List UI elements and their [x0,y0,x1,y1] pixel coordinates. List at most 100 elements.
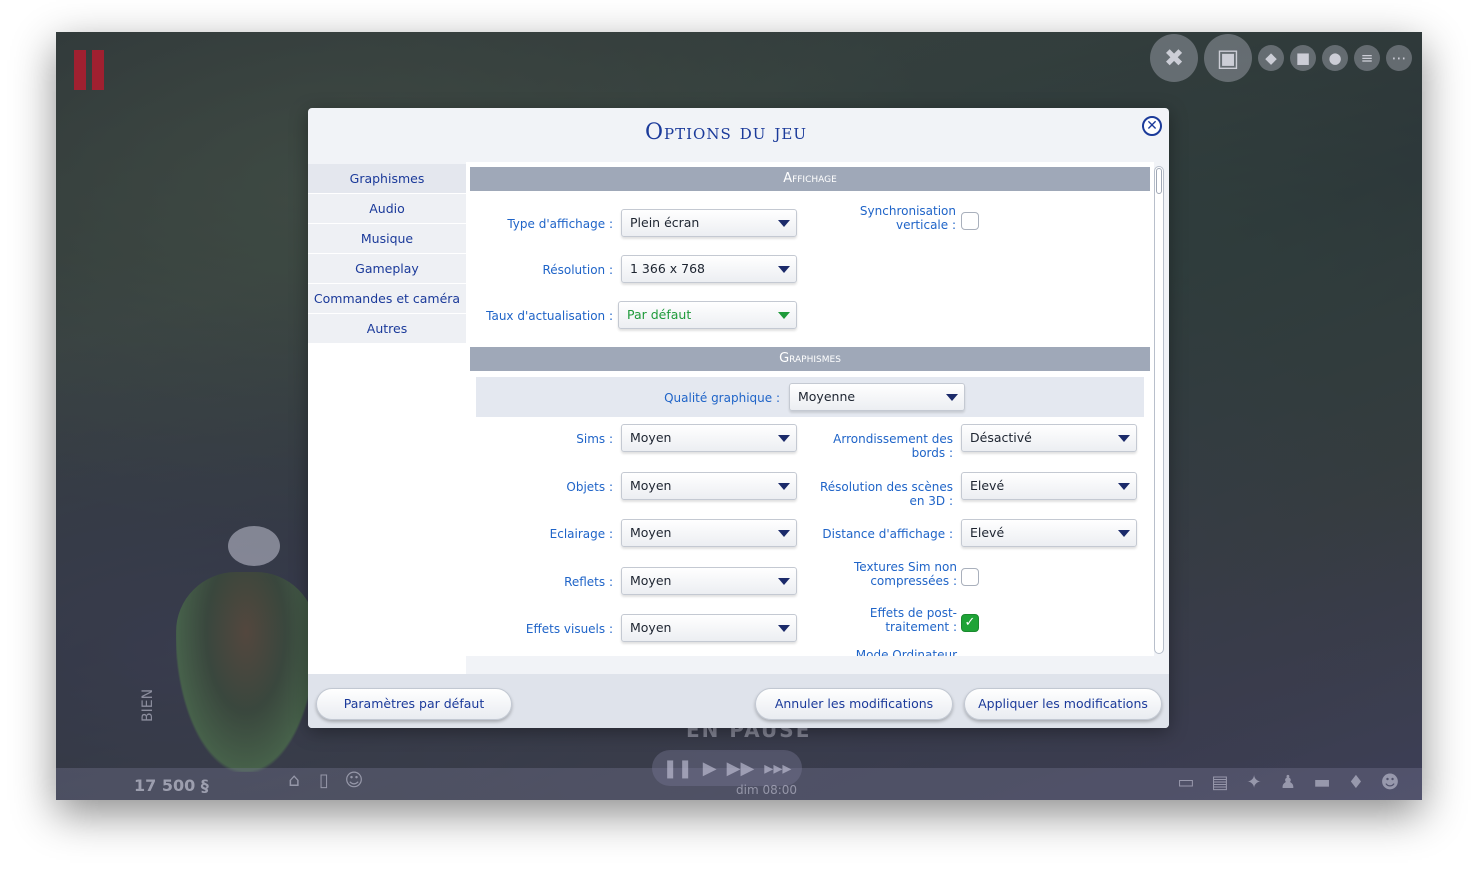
display-type-label: Type d'affichage : [507,217,613,231]
close-icon: ✕ [1146,118,1158,134]
post-processing-label: Effets de post- traitement : [869,606,957,634]
more-icon[interactable]: ⋯ [1386,45,1412,71]
reflections-label: Reflets : [564,575,613,589]
reflections-value: Moyen [630,573,672,588]
lightbulb-icon[interactable]: ✦ [1242,772,1266,796]
chevron-down-icon [1118,435,1130,442]
objects-value: Moyen [630,478,672,493]
3d-resolution-value: Elevé [970,478,1005,493]
relationships-icon[interactable]: ♟ [1276,772,1300,796]
uncompressed-textures-label: Textures Sim non compressées : [853,560,957,588]
resolution-select[interactable]: 1 366 x 768 [621,255,797,283]
apply-changes-button[interactable]: Appliquer les modifications [964,688,1162,720]
view-distance-select[interactable]: Elevé [961,519,1137,547]
display-type-select[interactable]: Plein écran [621,209,797,237]
chevron-down-icon [778,312,790,319]
mood-status: BIEN [140,688,156,722]
game-clock: dim 08:00 [736,783,798,797]
sims-select[interactable]: Moyen [621,424,797,452]
edge-smoothing-select[interactable]: Désactivé [961,424,1137,452]
camera-icon[interactable]: ● [1322,45,1348,71]
chevron-down-icon [1118,530,1130,537]
reflections-select[interactable]: Moyen [621,567,797,595]
dialog-title: Options du jeu [644,120,808,145]
checkmark-icon: ✓ [964,615,976,630]
fast-forward-icon[interactable]: ▶▶ [727,758,755,779]
dialog-footer: Paramètres par défaut Annuler les modifi… [308,674,1169,728]
chevron-down-icon [946,394,958,401]
visual-effects-label: Effets visuels : [525,622,613,636]
display-type-value: Plein écran [630,215,700,230]
3d-resolution-select[interactable]: Elevé [961,472,1137,500]
3d-resolution-label: Résolution des scènes en 3D : [819,480,953,508]
options-sidebar: Graphismes Audio Musique Gameplay Comman… [308,164,466,674]
computer-icon[interactable]: ▭ [1174,772,1198,796]
refresh-rate-value: Par défaut [627,307,692,322]
section-header-graphismes: Graphismes [470,347,1150,371]
list-icon[interactable]: ≡ [1354,45,1380,71]
ultra-speed-icon[interactable]: ▸▸▸ [764,758,791,779]
post-processing-checkbox[interactable]: ✓ [961,614,979,632]
bottom-left-icons: ⌂ ▯ ☺ [282,770,366,794]
visual-effects-value: Moyen [630,620,672,635]
options-content: Affichage Type d'affichage : Plein écran… [466,162,1154,656]
pause-indicator[interactable] [74,50,104,90]
section-header-affichage: Affichage [470,167,1150,191]
play-icon[interactable]: ▶ [703,758,717,779]
graphics-quality-label: Qualité graphique : [664,391,780,405]
phone-icon[interactable]: ▯ [312,770,336,794]
speed-controls: ❚❚ ▶ ▶▶ ▸▸▸ [652,750,802,786]
chevron-down-icon [1118,483,1130,490]
resolution-label: Résolution : [542,263,613,277]
refresh-rate-label: Taux d'actualisation : [486,309,613,323]
vsync-label: Synchronisation verticale : [859,204,956,232]
refresh-rate-select[interactable]: Par défaut [618,301,797,329]
edge-smoothing-value: Désactivé [970,430,1032,445]
sim-thumbnail-icon[interactable]: ☺ [342,770,366,794]
simology-icon[interactable]: ☻ [1378,772,1402,796]
career-icon[interactable]: ▬ [1310,772,1334,796]
sims-value: Moyen [630,430,672,445]
lighting-value: Moyen [630,525,672,540]
uncompressed-textures-checkbox[interactable] [961,568,979,586]
graphics-quality-value: Moyenne [798,389,856,404]
lighting-select[interactable]: Moyen [621,519,797,547]
sidebar-item-gameplay[interactable]: Gameplay [308,254,466,284]
sidebar-item-musique[interactable]: Musique [308,224,466,254]
pause-icon[interactable]: ❚❚ [663,758,693,779]
lighting-label: Eclairage : [549,527,613,541]
graphics-quality-select[interactable]: Moyenne [789,383,965,411]
sim-portrait[interactable] [176,572,316,772]
home-icon[interactable]: ⌂ [282,770,306,794]
laptop-mode-label: Mode Ordinateur [855,648,957,656]
chevron-down-icon [778,220,790,227]
objects-select[interactable]: Moyen [621,472,797,500]
chevron-down-icon [778,266,790,273]
content-scrollbar[interactable] [1154,166,1164,654]
close-button[interactable]: ✕ [1142,116,1162,136]
sims-label: Sims : [576,432,613,446]
vsync-checkbox[interactable] [961,212,979,230]
scrollbar-thumb[interactable] [1156,168,1162,194]
inventory-icon[interactable]: ▤ [1208,772,1232,796]
level-arrows-icon[interactable]: ◆ [1258,45,1284,71]
aspiration-icon[interactable]: ♦ [1344,772,1368,796]
sidebar-item-autres[interactable]: Autres [308,314,466,344]
sidebar-item-graphismes[interactable]: Graphismes [308,164,466,194]
sidebar-item-commandes[interactable]: Commandes et caméra [308,284,466,314]
resolution-value: 1 366 x 768 [630,261,705,276]
gallery-icon[interactable]: ▣ [1204,34,1252,82]
cancel-changes-button[interactable]: Annuler les modifications [755,688,953,720]
view-distance-value: Elevé [970,525,1005,540]
build-tools-icon[interactable]: ✖ [1150,34,1198,82]
cube-icon[interactable]: ■ [1290,45,1316,71]
view-distance-label: Distance d'affichage : [822,527,953,541]
thought-bubble [228,526,280,566]
sidebar-item-audio[interactable]: Audio [308,194,466,224]
top-toolbar: ✖ ▣ ◆ ■ ● ≡ ⋯ [1150,34,1412,82]
edge-smoothing-label: Arrondissement des bords : [833,432,953,460]
restore-defaults-button[interactable]: Paramètres par défaut [316,688,512,720]
visual-effects-select[interactable]: Moyen [621,614,797,642]
bottom-right-icons: ▭ ▤ ✦ ♟ ▬ ♦ ☻ [1174,772,1402,796]
game-options-dialog: Options du jeu ✕ Graphismes Audio Musiqu… [308,108,1169,728]
